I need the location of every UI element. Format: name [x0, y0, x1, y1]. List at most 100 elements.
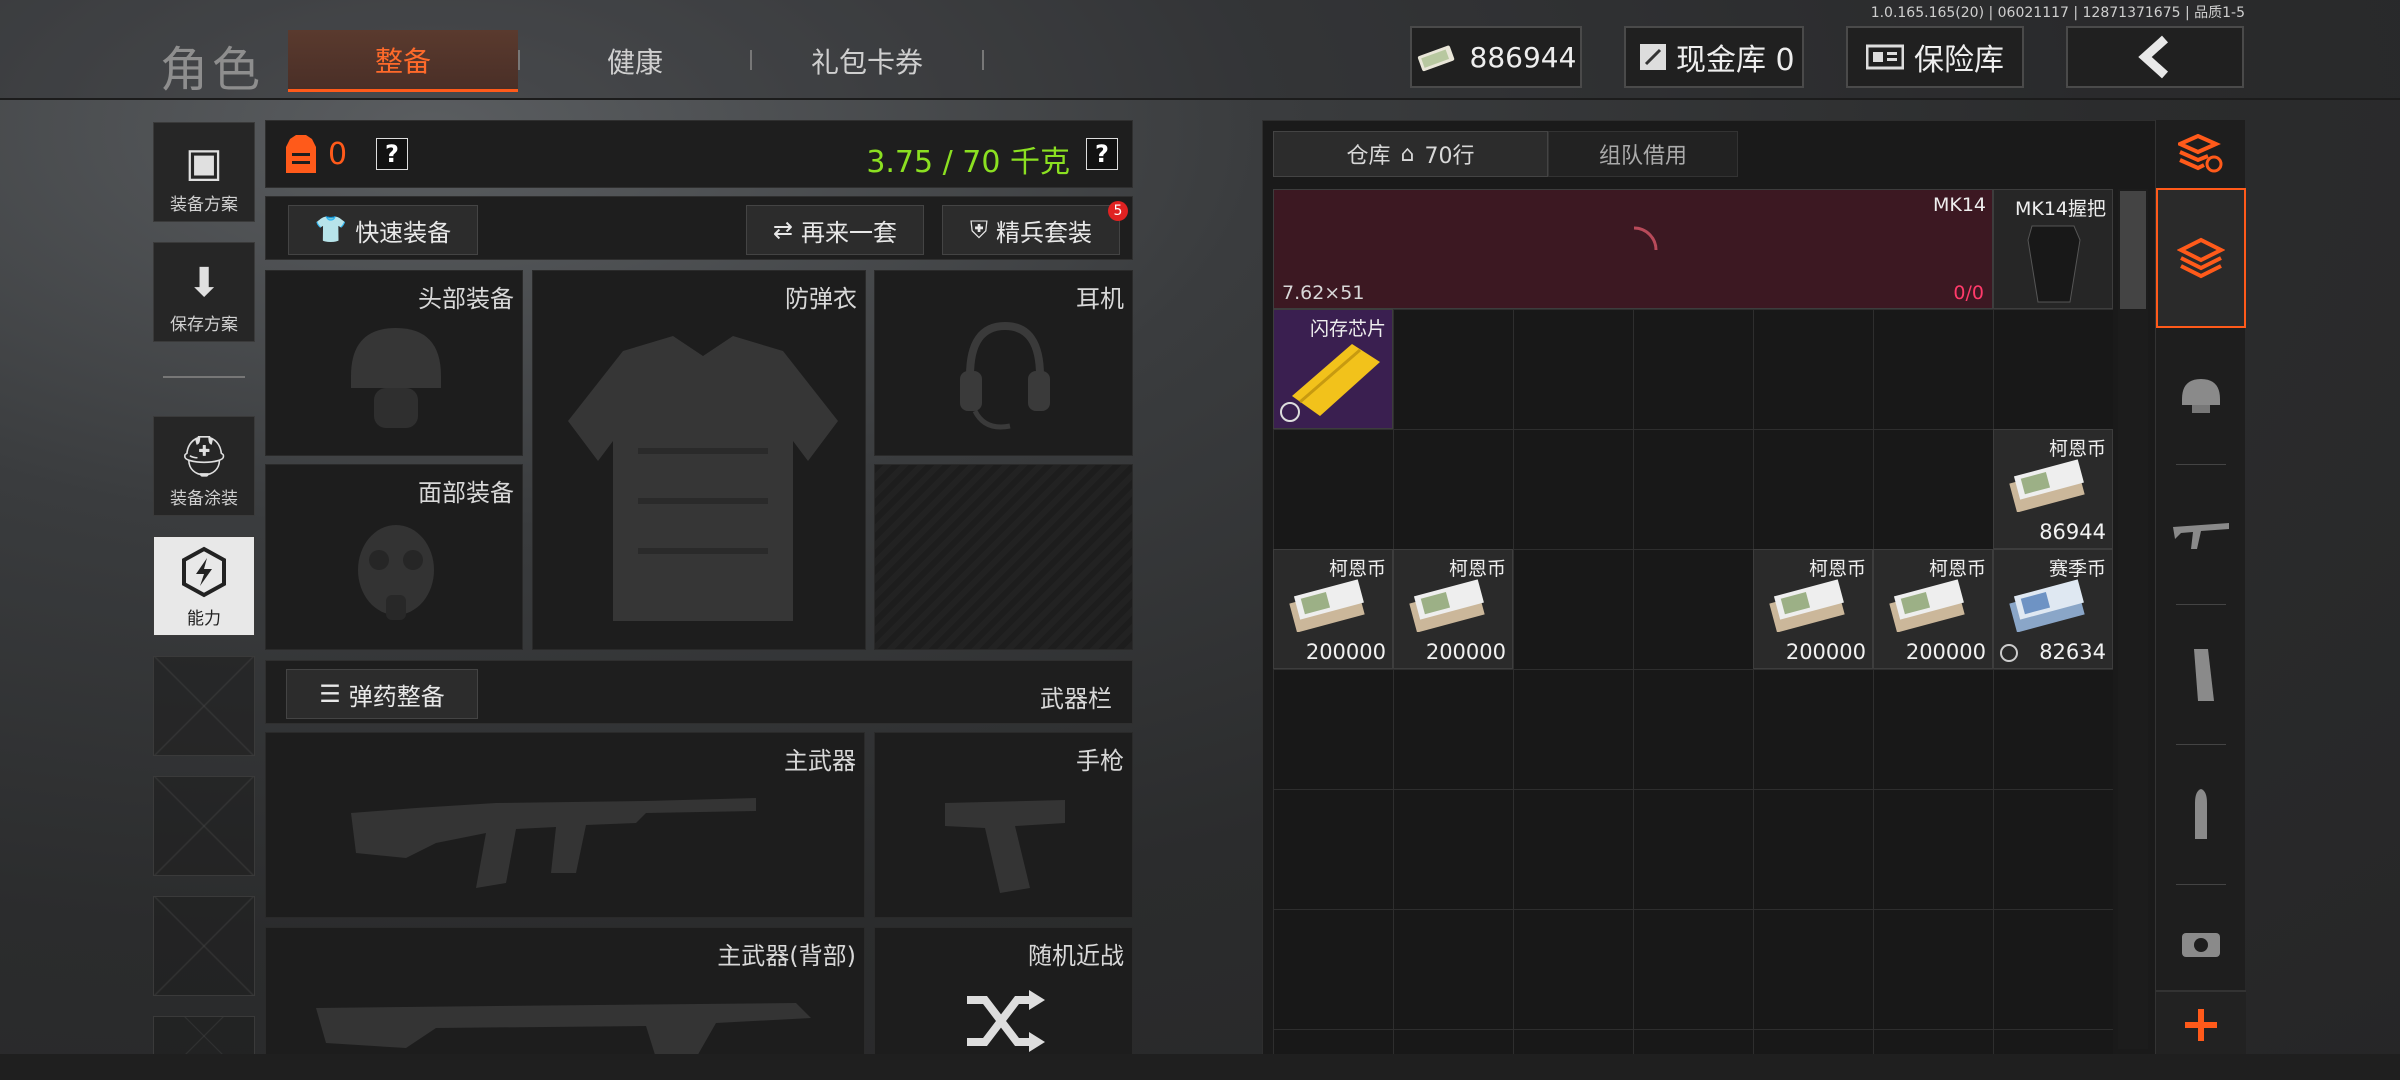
filter-all[interactable]	[2156, 188, 2246, 328]
ammo-prep-button[interactable]: ☰ 弹药整备	[286, 669, 478, 719]
melee-label: 随机近战	[1028, 942, 1124, 970]
mask-icon	[358, 525, 434, 620]
inventory-item-coin[interactable]: 柯恩币 86944	[1993, 429, 2113, 549]
back-button[interactable]	[2066, 26, 2244, 88]
add-filter-button[interactable]	[2156, 990, 2246, 1058]
tab-loadout[interactable]: 整备	[288, 30, 518, 92]
primary-back-slot[interactable]: 主武器(背部)	[265, 927, 865, 1058]
filter-divider	[2176, 884, 2226, 885]
inventory-item-coin[interactable]: 柯恩币 200000	[1753, 549, 1873, 669]
headset-icon	[960, 321, 1050, 430]
elite-badge: 5	[1108, 201, 1128, 221]
equipment-header: 0 ? 3.75 / 70 千克 ?	[265, 120, 1133, 188]
weight-help-button[interactable]: ?	[1086, 138, 1118, 170]
vest-slot[interactable]: 防弹衣	[532, 270, 866, 650]
filter-magazines[interactable]	[2156, 610, 2246, 740]
safe-label: 保险库	[1914, 43, 2004, 78]
cash-icon	[2009, 459, 2085, 512]
head-slot[interactable]: 头部装备	[265, 270, 523, 456]
inventory-grid: MK14 7.62×51 0/0 MK14握把 闪存芯片 柯恩币 86944 柯…	[1273, 189, 2113, 1069]
inventory-item-coin[interactable]: 柯恩币 200000	[1873, 549, 1993, 669]
pistol-slot[interactable]: 手枪	[874, 732, 1133, 918]
tab-gift-cards[interactable]: 礼包卡券	[752, 30, 982, 92]
cash-icon	[1769, 579, 1845, 632]
shuffle-icon	[967, 990, 1045, 1052]
rifle-icon	[351, 798, 756, 888]
inventory-item-season-coin[interactable]: 赛季币 82634	[1993, 549, 2113, 669]
filter-weapons[interactable]	[2156, 470, 2246, 600]
warehouse-rows: 70行	[1424, 144, 1475, 169]
primary-weapon-slot[interactable]: 主武器	[265, 732, 865, 918]
tab-divider	[982, 50, 984, 70]
inventory-item-coin[interactable]: 柯恩币 200000	[1273, 549, 1393, 669]
ability-button[interactable]: 能力	[153, 536, 255, 636]
vault-icon	[1640, 44, 1666, 70]
shield-icon: ⛨	[970, 216, 988, 244]
loadout-plan-label: 装备方案	[170, 195, 238, 215]
filter-ammo[interactable]	[2156, 750, 2246, 880]
filter-attachments[interactable]	[2156, 890, 2246, 1000]
elite-kit-button[interactable]: ⛨ 精兵套装	[942, 205, 1120, 255]
cash-amount: 886944	[1469, 40, 1577, 74]
cash-icon	[1289, 579, 1365, 632]
ability-icon	[182, 546, 226, 598]
tab-team-borrow[interactable]: 组队借用	[1548, 131, 1738, 177]
sort-button[interactable]	[2156, 120, 2246, 188]
inventory-item-mk14-grip[interactable]: MK14握把	[1993, 189, 2113, 309]
again-label: 再来一套	[801, 218, 898, 247]
melee-slot[interactable]: 随机近战	[874, 927, 1133, 1057]
weight-value: 3.75 / 70 千克	[866, 145, 1070, 180]
item-caliber: 7.62×51	[1282, 282, 1365, 304]
filter-gear[interactable]	[2156, 330, 2246, 460]
inventory-item-flash-chip[interactable]: 闪存芯片	[1273, 309, 1393, 429]
quick-equip-button[interactable]: 👕 快速装备	[288, 205, 478, 255]
face-slot[interactable]: 面部装备	[265, 464, 523, 650]
helmet-icon	[351, 328, 441, 428]
bottom-bar	[0, 1054, 2400, 1080]
primary-back-label: 主武器(背部)	[717, 942, 856, 970]
tab-warehouse[interactable]: 仓库 ⌂ 70行	[1273, 131, 1548, 177]
stack-icon	[2177, 237, 2225, 279]
ability-label: 能力	[187, 609, 221, 629]
safe-button[interactable]: 保险库	[1846, 26, 2024, 88]
cash-icon	[1889, 579, 1965, 632]
inventory-item-mk14[interactable]: MK14 7.62×51 0/0	[1273, 189, 1993, 309]
skin-button[interactable]: ⛑ 装备涂装	[153, 416, 255, 516]
quick-equip-label: 快速装备	[355, 218, 452, 247]
bullet-icon	[2195, 789, 2207, 839]
elite-kit-label: 精兵套装	[996, 218, 1092, 247]
skin-label: 装备涂装	[170, 489, 238, 509]
scrollbar-track[interactable]	[2118, 189, 2148, 1049]
cash-vault-button[interactable]: 现金库 0	[1624, 26, 1804, 88]
item-name: MK14	[1932, 194, 1986, 216]
item-count: 200000	[1785, 640, 1866, 664]
face-slot-label: 面部装备	[418, 479, 514, 507]
item-count: 200000	[1905, 640, 1986, 664]
stack-refresh-icon	[2178, 134, 2223, 173]
armor-icon	[286, 135, 316, 173]
warehouse-tab-label: 仓库	[1346, 144, 1391, 169]
head-slot-label: 头部装备	[418, 285, 514, 313]
empty-slot	[153, 896, 255, 996]
cash-icon	[1409, 579, 1485, 632]
helmet-icon: ⛑	[178, 434, 230, 480]
filter-divider	[2176, 744, 2226, 745]
loadout-plan-button[interactable]: ▣ 装备方案	[153, 122, 255, 222]
scrollbar-thumb[interactable]	[2120, 191, 2146, 309]
pistol-label: 手枪	[1076, 747, 1124, 775]
item-count: 86944	[2039, 520, 2106, 544]
inventory-item-coin[interactable]: 柯恩币 200000	[1393, 549, 1513, 669]
save-plan-button[interactable]: ⬇ 保存方案	[153, 242, 255, 342]
plus-icon	[2185, 1009, 2217, 1041]
ear-slot[interactable]: 耳机	[874, 270, 1133, 456]
locked-slot	[874, 464, 1133, 650]
armor-count: 0	[328, 137, 348, 172]
helmet-icon	[2182, 379, 2220, 413]
safe-icon	[1866, 44, 1904, 70]
tab-health[interactable]: 健康	[520, 30, 750, 92]
again-button[interactable]: ⇄ 再来一套	[746, 205, 924, 255]
armor-help-button[interactable]: ?	[376, 138, 408, 170]
home-icon: ⌂	[1400, 141, 1415, 167]
weapon-bar-label: 武器栏	[1040, 685, 1112, 713]
ammo-icon: ☰	[319, 680, 341, 708]
